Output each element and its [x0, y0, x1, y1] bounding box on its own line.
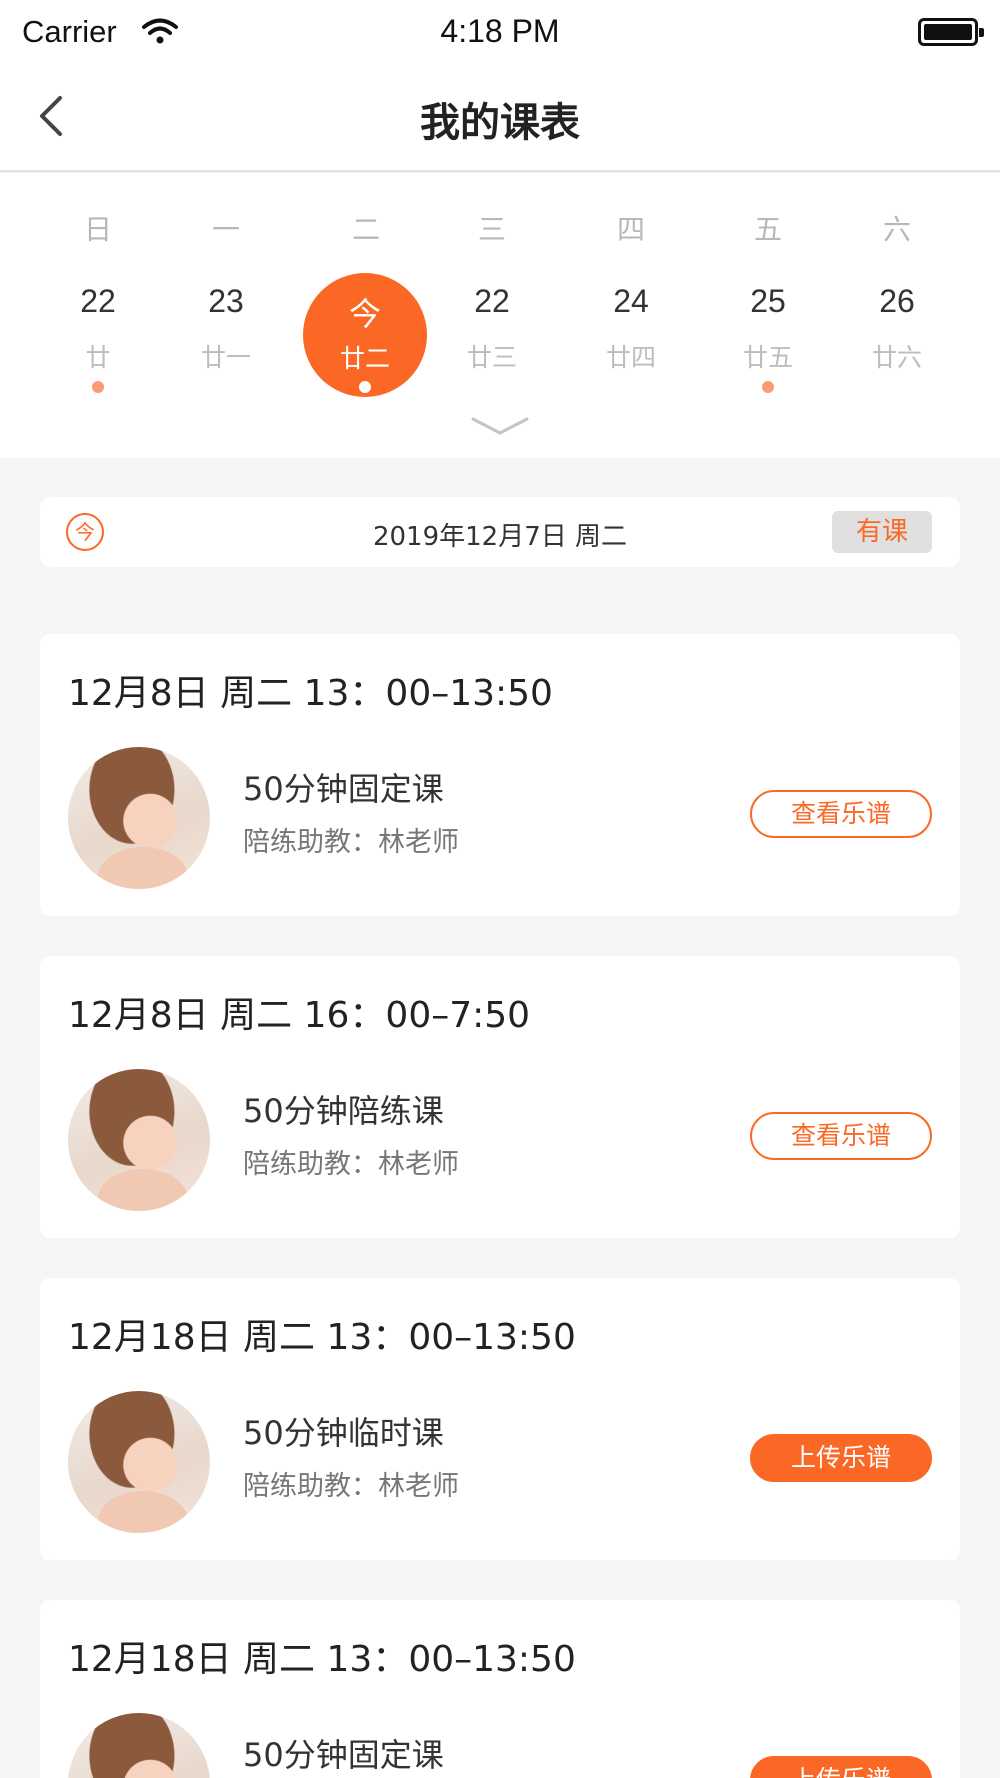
weekday-label: 六: [882, 213, 911, 246]
weekday-label: 一: [211, 213, 240, 246]
lesson-card[interactable]: 12月18日 周二 13：00–13:50 50分钟固定课 上传乐谱: [40, 1600, 960, 1778]
selected-date: 2019年12月7日 周二: [372, 522, 628, 552]
view-score-button[interactable]: 查看乐谱: [750, 790, 932, 838]
lesson-card[interactable]: 12月8日 周二 13：00–13:50 50分钟固定课 陪练助教：林老师 查看…: [40, 634, 960, 916]
teacher-avatar: [68, 1069, 210, 1211]
week-calendar: 日 22 廿 一 23 廿一 二 今 廿二 三 22 廿三 四 24 廿四 五 …: [0, 173, 1000, 458]
teacher-label: 陪练助教：林老师: [243, 1149, 459, 1180]
lesson-time: 12月8日 周二 16：00–7:50: [68, 995, 531, 1036]
day-number: 24: [613, 283, 649, 319]
battery-icon: [918, 18, 984, 46]
upload-score-button[interactable]: 上传乐谱: [750, 1434, 932, 1482]
status-bar: Carrier 4:18 PM: [0, 0, 1000, 64]
calendar-day-fri[interactable]: 五 25 廿五: [703, 173, 833, 413]
today-indicator[interactable]: 今 廿二: [303, 273, 427, 397]
lesson-name: 50分钟临时课: [243, 1414, 444, 1452]
weekday-label: 四: [616, 213, 645, 246]
lunar-date: 廿二: [339, 344, 390, 373]
day-number: 23: [208, 283, 244, 319]
status-badge: 有课: [832, 511, 932, 553]
day-number: 22: [474, 283, 510, 319]
day-number: 今: [348, 295, 381, 333]
calendar-day-tue[interactable]: 二 今 廿二: [301, 173, 431, 413]
lunar-date: 廿三: [466, 343, 517, 372]
weekday-label: 二: [351, 213, 380, 246]
calendar-day-wed[interactable]: 三 22 廿三: [427, 173, 557, 413]
calendar-day-mon[interactable]: 一 23 廿一: [161, 173, 291, 413]
view-score-button[interactable]: 查看乐谱: [750, 1112, 932, 1160]
status-time: 4:18 PM: [440, 13, 560, 49]
has-class-dot: [92, 381, 104, 393]
lesson-time: 12月18日 周二 13：00–13:50: [68, 1317, 576, 1358]
upload-score-button[interactable]: 上传乐谱: [750, 1756, 932, 1778]
day-number: 22: [80, 283, 116, 319]
nav-bar: 我的课表: [0, 64, 1000, 172]
lunar-date: 廿四: [605, 343, 656, 372]
weekday-label: 五: [753, 213, 782, 246]
lesson-card[interactable]: 12月18日 周二 13：00–13:50 50分钟临时课 陪练助教：林老师 上…: [40, 1278, 960, 1560]
chevron-down-icon[interactable]: [470, 413, 530, 443]
weekday-label: 三: [477, 213, 506, 246]
calendar-day-sun[interactable]: 日 22 廿: [33, 173, 163, 413]
lesson-name: 50分钟固定课: [243, 770, 444, 808]
lunar-date: 廿: [85, 343, 111, 372]
has-class-dot: [359, 381, 371, 393]
lesson-card[interactable]: 12月8日 周二 16：00–7:50 50分钟陪练课 陪练助教：林老师 查看乐…: [40, 956, 960, 1238]
page-title: 我的课表: [420, 100, 580, 146]
calendar-day-sat[interactable]: 六 26 廿六: [832, 173, 962, 413]
lesson-name: 50分钟固定课: [243, 1736, 444, 1774]
teacher-label: 陪练助教：林老师: [243, 827, 459, 858]
lunar-date: 廿六: [871, 343, 922, 372]
calendar-day-thu[interactable]: 四 24 廿四: [566, 173, 696, 413]
day-number: 25: [750, 283, 786, 319]
lesson-time: 12月8日 周二 13：00–13:50: [68, 673, 553, 714]
teacher-avatar: [68, 1391, 210, 1533]
lunar-date: 廿一: [200, 343, 251, 372]
day-number: 26: [879, 283, 915, 319]
selected-date-banner: 今 2019年12月7日 周二 有课: [40, 497, 960, 567]
lesson-name: 50分钟陪练课: [243, 1092, 444, 1130]
teacher-label: 陪练助教：林老师: [243, 1471, 459, 1502]
has-class-dot: [762, 381, 774, 393]
lesson-time: 12月18日 周二 13：00–13:50: [68, 1639, 576, 1680]
teacher-avatar: [68, 1713, 210, 1778]
lunar-date: 廿五: [742, 343, 793, 372]
teacher-avatar: [68, 747, 210, 889]
weekday-label: 日: [83, 213, 112, 246]
